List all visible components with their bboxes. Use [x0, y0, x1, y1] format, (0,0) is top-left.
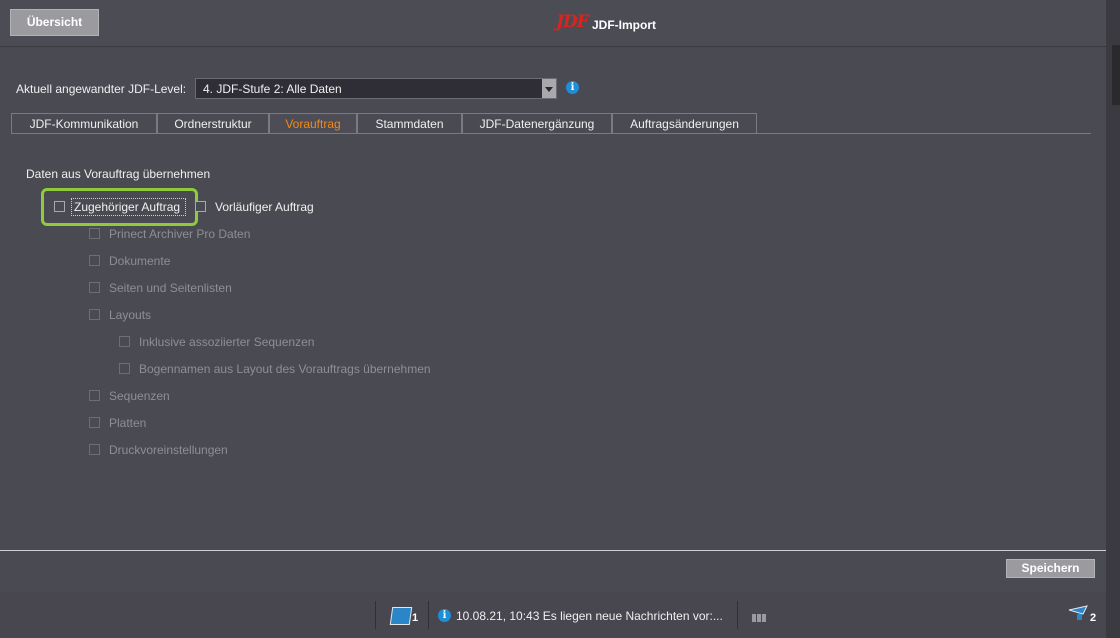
option-label: Sequenzen [109, 389, 170, 403]
grip-icon[interactable] [752, 611, 767, 625]
scrollbar-thumb[interactable] [1112, 45, 1120, 105]
page-title: JDF-Import [592, 18, 656, 32]
option-label: Prinect Archiver Pro Daten [109, 227, 251, 241]
jdf-logo: JDF [556, 12, 589, 32]
checkbox [89, 390, 100, 401]
chevron-down-icon[interactable] [542, 79, 556, 98]
tab-jdf-kommunikation[interactable]: JDF-Kommunikation [11, 113, 157, 134]
jdf-level-select[interactable]: 4. JDF-Stufe 2: Alle Daten [195, 78, 557, 99]
tab-ordnerstruktur[interactable]: Ordnerstruktur [157, 113, 269, 134]
main-window: Übersicht JDF JDF-Import Aktuell angewan… [0, 0, 1107, 592]
status-separator [737, 601, 738, 629]
network-count: 1 [412, 612, 419, 624]
option-label: Layouts [109, 308, 152, 322]
save-button[interactable]: Speichern [1006, 559, 1095, 578]
checkbox [89, 228, 100, 239]
scrollbar-strip[interactable] [1106, 0, 1120, 638]
tab-vorauftrag[interactable]: Vorauftrag [269, 113, 357, 134]
header-bar: Übersicht JDF JDF-Import [0, 0, 1106, 47]
status-separator [375, 601, 376, 629]
jdf-level-label: Aktuell angewandter JDF-Level: [16, 82, 187, 96]
checkbox[interactable] [54, 201, 65, 212]
checkbox [89, 309, 100, 320]
jdf-level-value: 4. JDF-Stufe 2: Alle Daten [203, 82, 342, 96]
option-label: Inklusive assoziierter Sequenzen [139, 335, 315, 349]
option-label: Druckvoreinstellungen [109, 443, 228, 457]
option-label: Bogennamen aus Layout des Vorauftrags üb… [139, 362, 431, 376]
tab-jdf-datenergaenzung[interactable]: JDF-Datenergänzung [462, 113, 612, 134]
checkbox [89, 444, 100, 455]
checkbox [89, 255, 100, 266]
tab-stammdaten[interactable]: Stammdaten [357, 113, 462, 134]
checkbox[interactable] [195, 201, 206, 212]
checkbox [119, 363, 130, 374]
status-message[interactable]: 10.08.21, 10:43 Es liegen neue Nachricht… [456, 609, 723, 623]
message-info-icon[interactable]: i [438, 609, 451, 622]
tab-divider [11, 133, 1091, 134]
section-title: Daten aus Vorauftrag übernehmen [26, 167, 211, 181]
checkbox [89, 282, 100, 293]
status-separator [428, 601, 429, 629]
users-icon[interactable] [1068, 605, 1088, 621]
info-icon[interactable]: i [566, 81, 579, 94]
overview-button[interactable]: Übersicht [10, 9, 99, 36]
network-icon[interactable] [389, 607, 413, 625]
footer-divider [0, 550, 1106, 551]
option-label: Vorläufiger Auftrag [215, 200, 314, 214]
option-label: Zugehöriger Auftrag [74, 200, 181, 214]
option-label: Platten [109, 416, 147, 430]
users-count: 2 [1090, 612, 1097, 624]
checkbox [89, 417, 100, 428]
option-label: Seiten und Seitenlisten [109, 281, 232, 295]
option-label: Dokumente [109, 254, 171, 268]
checkbox [119, 336, 130, 347]
tab-auftragsaenderungen[interactable]: Auftragsänderungen [612, 113, 757, 134]
